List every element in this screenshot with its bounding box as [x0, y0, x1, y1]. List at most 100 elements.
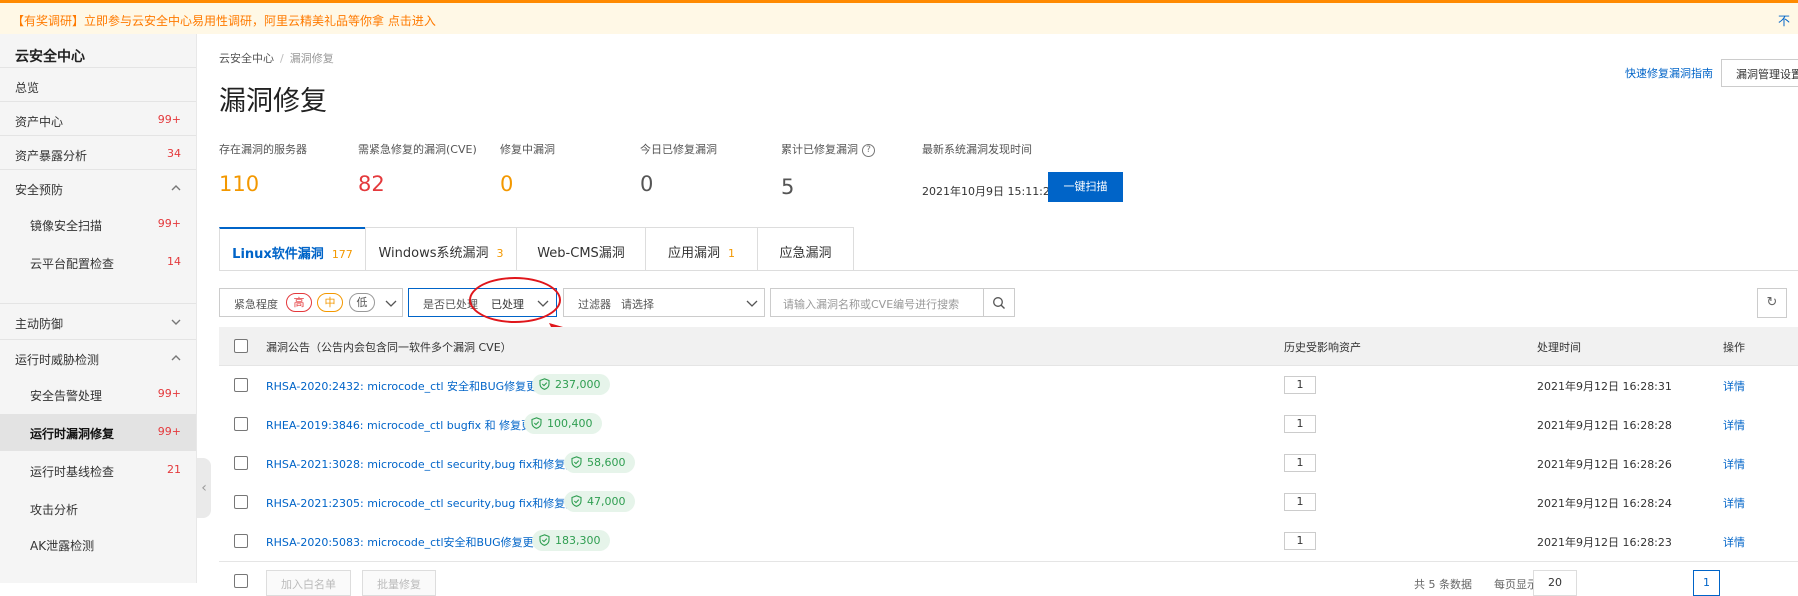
row-checkbox[interactable]	[234, 534, 248, 548]
select-all-checkbox[interactable]	[234, 339, 248, 353]
tab-emergency[interactable]: 应急漏洞	[757, 227, 854, 271]
sidebar-collapse-handle[interactable]: ‹	[197, 458, 211, 518]
affected-assets[interactable]: 1	[1284, 532, 1316, 550]
details-link[interactable]: 详情	[1723, 378, 1745, 394]
current-page[interactable]: 1	[1693, 570, 1720, 596]
breadcrumb-root[interactable]: 云安全中心	[219, 52, 274, 65]
col-time: 处理时间	[1537, 341, 1581, 354]
stat-value-fixing[interactable]: 0	[500, 172, 513, 196]
stat-label-total-fixed: 累计已修复漏洞?	[781, 141, 875, 157]
row-checkbox[interactable]	[234, 456, 248, 470]
sidebar-group-prevention[interactable]: 安全预防	[0, 170, 196, 207]
score-badge: 58,600	[564, 452, 635, 473]
table-header: 漏洞公告（公告内会包含同一软件多个漏洞 CVE） 历史受影响资产 处理时间 操作	[219, 327, 1798, 366]
sidebar-item-count: 99+	[157, 387, 181, 400]
urgency-filter[interactable]: 紧急程度 高 中 低	[219, 288, 403, 317]
shield-check-icon	[571, 456, 582, 468]
urgency-high-pill[interactable]: 高	[286, 293, 312, 312]
row-checkbox[interactable]	[234, 495, 248, 509]
row-checkbox[interactable]	[234, 378, 248, 392]
vuln-settings-button[interactable]: 漏洞管理设置	[1721, 59, 1798, 87]
table-row: RHSA-2021:3028: microcode_ctl security,b…	[219, 444, 1798, 484]
sidebar-group-active-defense[interactable]: 主动防御	[0, 304, 196, 341]
tab-label: Windows系统漏洞	[378, 246, 489, 261]
urgency-low-pill[interactable]: 低	[349, 293, 375, 312]
filter-select[interactable]: 过滤器 请选择	[563, 288, 765, 317]
sidebar-item-label: 资产中心	[15, 115, 64, 129]
sidebar-item-label: AK泄露检测	[30, 539, 95, 553]
vuln-title-link[interactable]: RHSA-2021:3028: microcode_ctl security,b…	[266, 456, 587, 472]
details-link[interactable]: 详情	[1723, 495, 1745, 511]
tab-windows[interactable]: Windows系统漏洞 3	[365, 227, 517, 271]
sidebar-item-label: 资产暴露分析	[15, 149, 88, 163]
stat-label: 需紧急修复的漏洞(CVE)	[358, 143, 477, 156]
vuln-title-link[interactable]: RHSA-2021:2305: microcode_ctl security,b…	[266, 495, 587, 511]
score-value: 100,400	[547, 417, 593, 430]
details-link[interactable]: 详情	[1723, 417, 1745, 433]
per-page-label: 每页显示	[1494, 578, 1538, 591]
stat-label: 今日已修复漏洞	[640, 143, 717, 156]
stat-label: 累计已修复漏洞	[781, 143, 858, 156]
sidebar-item-alerts[interactable]: 安全告警处理 99+	[0, 376, 196, 413]
row-checkbox[interactable]	[234, 417, 248, 431]
sidebar-item-exposure[interactable]: 资产暴露分析 34	[0, 136, 196, 173]
page-title: 漏洞修复	[219, 86, 327, 117]
sidebar-item-image-scan[interactable]: 镜像安全扫描 99+	[0, 206, 196, 243]
table-footer: 加入白名单 批量修复 共 5 条数据 每页显示 20 1	[219, 561, 1798, 596]
affected-assets[interactable]: 1	[1284, 454, 1316, 472]
sidebar-item-overview[interactable]: 总览	[0, 68, 196, 105]
breadcrumb: 云安全中心 / 漏洞修复	[219, 50, 334, 66]
quick-fix-guide-link[interactable]: 快速修复漏洞指南	[1625, 65, 1713, 81]
batch-fix-button[interactable]: 批量修复	[362, 570, 436, 596]
urgency-mid-pill[interactable]: 中	[317, 293, 343, 312]
vuln-title-link[interactable]: RHSA-2020:5083: microcode_ctl安全和BUG修复更新	[266, 534, 545, 550]
tab-webcms[interactable]: Web-CMS漏洞	[516, 227, 646, 271]
details-link[interactable]: 详情	[1723, 534, 1745, 550]
sidebar-item-label: 安全告警处理	[30, 389, 103, 403]
table-row: RHSA-2020:5083: microcode_ctl安全和BUG修复更新 …	[219, 522, 1798, 562]
vuln-title-link[interactable]: RHEA-2019:3846: microcode_ctl bugfix 和 修…	[266, 417, 543, 433]
one-click-scan-button[interactable]: 一键扫描	[1048, 172, 1123, 202]
help-icon[interactable]: ?	[862, 143, 875, 157]
sidebar-item-cloud-config[interactable]: 云平台配置检查 14	[0, 244, 196, 281]
tab-linux[interactable]: Linux软件漏洞 177	[219, 227, 366, 271]
sidebar-item-baseline[interactable]: 运行时基线检查 21	[0, 452, 196, 489]
sidebar-item-ak-leak[interactable]: AK泄露检测	[0, 526, 196, 563]
latest-discovery-time: 2021年10月9日 15:11:22	[922, 185, 1057, 198]
sidebar-item-label: 安全预防	[15, 183, 64, 197]
shield-check-icon	[531, 417, 542, 429]
details-link[interactable]: 详情	[1723, 456, 1745, 472]
stat-label: 最新系统漏洞发现时间	[922, 143, 1032, 156]
survey-banner[interactable]: 【有奖调研】立即参与云安全中心易用性调研，阿里云精美礼品等你拿 点击进入 不	[0, 0, 1798, 34]
sidebar-item-vuln-fix[interactable]: 运行时漏洞修复 99+	[0, 414, 196, 451]
tab-label: 应用漏洞	[667, 246, 720, 261]
sidebar-group-runtime[interactable]: 运行时威胁检测	[0, 340, 196, 377]
breadcrumb-current: 漏洞修复	[289, 52, 334, 65]
sidebar-item-assets[interactable]: 资产中心 99+	[0, 102, 196, 139]
tab-app[interactable]: 应用漏洞 1	[645, 227, 758, 271]
search-button[interactable]	[983, 288, 1015, 317]
stat-value-urgent[interactable]: 82	[358, 172, 385, 196]
sidebar-item-count: 99+	[157, 217, 181, 230]
search-input[interactable]: 请输入漏洞名称或CVE编号进行搜索	[770, 288, 984, 317]
affected-assets[interactable]: 1	[1284, 493, 1316, 511]
breadcrumb-separator: /	[280, 52, 284, 65]
affected-assets[interactable]: 1	[1284, 376, 1316, 394]
footer-checkbox[interactable]	[234, 574, 248, 588]
chevron-left-icon: ‹	[201, 480, 207, 496]
banner-close-link[interactable]: 不	[1778, 12, 1790, 29]
banner-text[interactable]: 【有奖调研】立即参与云安全中心易用性调研，阿里云精美礼品等你拿 点击进入	[12, 12, 436, 29]
tab-count: 1	[728, 247, 735, 260]
handled-time: 2021年9月12日 16:28:28	[1537, 419, 1672, 432]
sidebar-item-attack-analysis[interactable]: 攻击分析	[0, 490, 196, 527]
filter-value: 请选择	[621, 298, 654, 311]
sidebar: 云安全中心 总览 资产中心 99+ 资产暴露分析 34 安全预防 镜像安全扫描 …	[0, 34, 197, 583]
vuln-title-link[interactable]: RHSA-2020:2432: microcode_ctl 安全和BUG修复更新	[266, 378, 548, 394]
score-value: 58,600	[587, 456, 626, 469]
refresh-button[interactable]: ↻	[1757, 288, 1787, 318]
add-whitelist-button[interactable]: 加入白名单	[266, 570, 351, 596]
stat-value-servers[interactable]: 110	[219, 172, 259, 196]
affected-assets[interactable]: 1	[1284, 415, 1316, 433]
page-size-select[interactable]: 20	[1533, 570, 1577, 596]
score-badge: 237,000	[532, 374, 610, 395]
